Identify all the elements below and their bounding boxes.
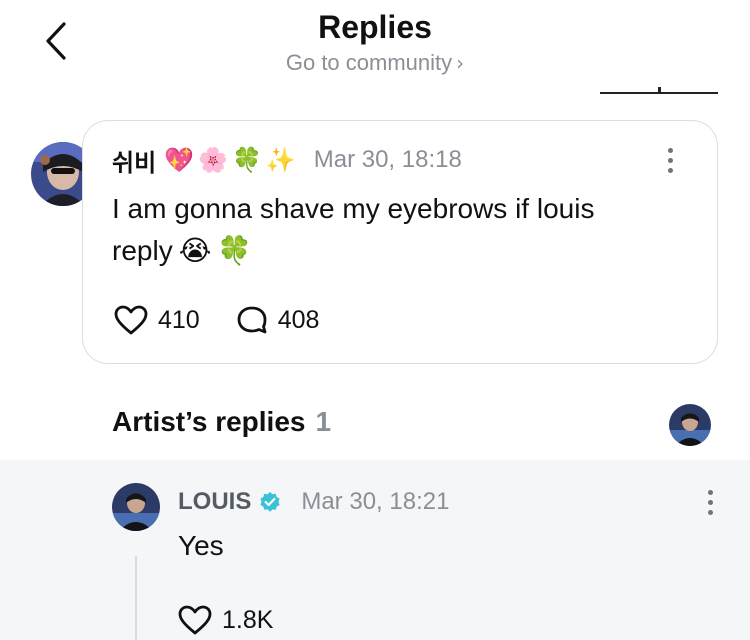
reply-more-options-button[interactable] [700, 484, 720, 520]
comment-count: 408 [277, 305, 320, 334]
more-vertical-icon [667, 147, 673, 153]
reply-meta: LOUIS Mar 30, 18:21 [178, 484, 449, 520]
thread-line [135, 556, 137, 640]
reply-like-count: 1.8K [222, 605, 274, 634]
cherry-blossom-icon: 🌸 [198, 146, 228, 174]
post-meta: 쉬비 💖 🌸 🍀 ✨ Mar 30, 18:18 [112, 142, 462, 178]
artist-avatar-image [112, 483, 160, 531]
post-actions: 410 408 [114, 300, 319, 340]
go-to-community-link[interactable]: Go to community › [0, 50, 750, 76]
top-bar: Replies Go to community › [0, 0, 750, 100]
comment-button[interactable]: 408 [236, 305, 320, 335]
more-vertical-icon [707, 489, 713, 495]
speech-bubble-icon [237, 306, 267, 334]
page-title: Replies [318, 9, 432, 45]
sparkling-heart-icon: 💖 [164, 146, 195, 174]
reply-actions: 1.8K [178, 600, 273, 640]
reply-text: Yes [178, 530, 224, 561]
artist-avatar-image [669, 404, 711, 446]
reply-like-button[interactable]: 1.8K [178, 605, 273, 635]
post-author-name[interactable]: 쉬비 [112, 143, 156, 178]
heart-icon [114, 305, 148, 335]
like-count: 410 [158, 305, 200, 334]
chevron-right-icon: › [456, 51, 465, 75]
sparkles-icon: ✨ [265, 146, 296, 174]
crying-face-icon: 😭 [178, 234, 212, 267]
artist-avatar[interactable] [669, 404, 711, 446]
four-leaf-clover-icon: 🍀 [231, 146, 262, 174]
post-timestamp: Mar 30, 18:18 [313, 146, 462, 173]
like-button[interactable]: 410 [114, 305, 200, 335]
heart-icon [178, 605, 212, 635]
reply-author-name[interactable]: LOUIS [178, 488, 251, 516]
author-emoji-badges: 💖 🌸 🍀 ✨ [164, 146, 296, 174]
four-leaf-clover-icon: 🍀 [217, 234, 253, 267]
verified-badge-icon [259, 491, 281, 513]
artist-replies-count: 1 [315, 406, 332, 437]
post-more-options-button[interactable] [660, 142, 680, 178]
artist-replies-heading: Artist’s replies 1 [112, 406, 331, 438]
reply-avatar[interactable] [112, 483, 160, 531]
tab-indicator [600, 87, 718, 94]
reply-timestamp: Mar 30, 18:21 [301, 488, 450, 515]
post-body: I am gonna shave my eyebrows if louis re… [112, 188, 602, 272]
artist-replies-title: Artist’s replies [112, 406, 306, 437]
community-link-label: Go to community [285, 50, 453, 75]
